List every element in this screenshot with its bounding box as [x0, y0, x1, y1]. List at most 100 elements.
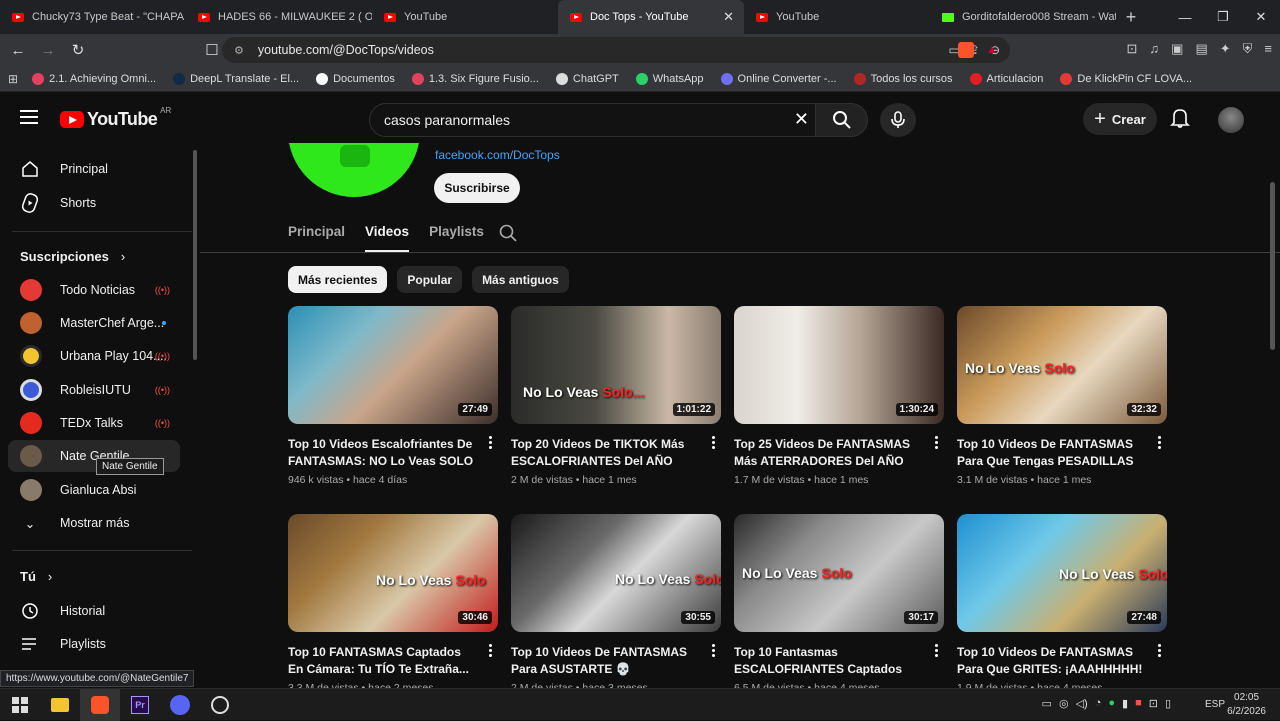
sidebar-icon[interactable]: ▣ [1171, 41, 1183, 57]
browser-tab-active[interactable]: Doc Tops - YouTube ✕ [558, 0, 744, 34]
tray-icon[interactable]: ■ [1135, 697, 1142, 710]
reload-icon[interactable]: ↻ [66, 41, 90, 59]
video-title[interactable]: Top 10 Videos De FANTASMAS Para Que Teng… [957, 436, 1143, 470]
bookmark-item[interactable]: Articulacion [969, 72, 1043, 85]
tray-icon[interactable]: ▮ [1122, 697, 1128, 710]
obs-icon[interactable] [200, 689, 240, 721]
video-thumbnail[interactable]: No Lo Veas Solo 30:46 [288, 514, 498, 632]
close-tab-icon[interactable]: ✕ [723, 9, 734, 25]
sidebar-scrollbar[interactable] [193, 150, 197, 360]
chip-recientes[interactable]: Más recientes [288, 266, 388, 293]
site-info-icon[interactable]: ⚙ [234, 44, 244, 57]
video-title[interactable]: Top 20 Videos De TIKTOK Más ESCALOFRIANT… [511, 436, 697, 470]
file-explorer-icon[interactable] [40, 689, 80, 721]
browser-tab[interactable]: YouTube [372, 0, 558, 34]
channel-avatar-large[interactable] [288, 143, 420, 197]
more-options-icon[interactable] [935, 436, 938, 451]
channel-search-icon[interactable] [499, 224, 517, 247]
more-options-icon[interactable] [1158, 436, 1161, 451]
video-thumbnail[interactable]: 27:49 [288, 306, 498, 424]
address-bar[interactable]: ⚙ youtube.com/@DocTops/videos ▭ ⇪ ⊖ [222, 37, 1010, 63]
bookmark-item[interactable]: Documentos [316, 72, 395, 85]
video-title[interactable]: Top 10 Videos De FANTASMAS Para ASUSTART… [511, 644, 697, 678]
tab-videos[interactable]: Videos [365, 224, 410, 252]
back-icon[interactable]: ← [6, 42, 30, 59]
bookmark-item[interactable]: ChatGPT [555, 72, 619, 85]
account-avatar[interactable] [1218, 107, 1244, 133]
bookmark-item[interactable]: 1.3. Six Figure Fusio... [411, 72, 539, 85]
video-card[interactable]: No Lo Veas Solo... 1:01:22 Top 20 Videos D… [511, 306, 721, 486]
video-title[interactable]: Top 10 Videos De FANTASMAS Para Que GRIT… [957, 644, 1143, 678]
notifications-bell-icon[interactable] [1170, 107, 1190, 134]
chip-popular[interactable]: Popular [397, 266, 463, 293]
video-title[interactable]: Top 10 Fantasmas ESCALOFRIANTES Captados… [734, 644, 920, 678]
tab-playlists[interactable]: Playlists [429, 224, 484, 239]
tray-icon[interactable]: ◔ [1095, 697, 1102, 710]
browser-tab[interactable]: YouTube [744, 0, 930, 34]
search-input[interactable]: casos paranormales ✕ [369, 103, 816, 137]
video-card[interactable]: No Lo Veas Solo 30:17 Top 10 Fantasmas ESC… [734, 514, 944, 694]
video-thumbnail[interactable]: No Lo Veas Solo 27:48 [957, 514, 1167, 632]
volume-icon[interactable]: ◁) [1076, 697, 1088, 710]
create-button[interactable]: + Crear [1083, 103, 1157, 135]
vpn-icon[interactable]: ⛨ [1243, 41, 1253, 57]
sidebar-item-shorts[interactable]: Shorts [0, 187, 180, 219]
sidebar-item-historial[interactable]: Historial [0, 595, 180, 627]
search-button[interactable] [816, 103, 868, 137]
bookmark-item[interactable]: DeepL Translate - El... [173, 72, 299, 85]
tab-principal[interactable]: Principal [288, 224, 345, 239]
more-options-icon[interactable] [712, 644, 715, 659]
youtube-logo[interactable]: YouTube AR [60, 106, 171, 130]
browser-tab[interactable]: Chucky73 Type Beat - "CHAPA [0, 0, 186, 34]
page-scrollbar[interactable] [1270, 182, 1275, 350]
minimize-icon[interactable]: — [1166, 0, 1204, 34]
video-thumbnail[interactable]: No Lo Veas Solo 30:55 [511, 514, 721, 632]
video-thumbnail[interactable]: 1:30:24 [734, 306, 944, 424]
forward-icon[interactable]: → [36, 42, 60, 59]
screenshot-icon[interactable]: ⊡ [1126, 41, 1137, 57]
windows-start-icon[interactable] [0, 689, 40, 721]
show-more-button[interactable]: ⌄ Mostrar más [0, 507, 180, 539]
bookmark-item[interactable]: De KlickPin CF LOVA... [1060, 72, 1192, 85]
apps-grid-icon[interactable]: ⊞ [8, 72, 18, 86]
tray-icon[interactable]: ⊡ [1149, 697, 1158, 710]
more-options-icon[interactable] [1158, 644, 1161, 659]
video-thumbnail[interactable]: No Lo Veas Solo 30:17 [734, 514, 944, 632]
bookmark-item[interactable]: WhatsApp [635, 72, 704, 85]
discord-icon[interactable] [160, 689, 200, 721]
voice-search-button[interactable] [880, 103, 916, 137]
video-card[interactable]: No Lo Veas Solo 32:32 Top 10 Videos De FAN… [957, 306, 1167, 486]
subscription-item[interactable]: MasterChef Arge... [0, 307, 180, 339]
video-card[interactable]: 1:30:24 Top 25 Videos De FANTASMAS Más AT… [734, 306, 944, 486]
channel-external-link[interactable]: facebook.com/DocTops [435, 148, 560, 162]
you-heading[interactable]: Tú › [20, 569, 52, 584]
subscription-item[interactable]: Urbana Play 104.... ((•)) [0, 340, 180, 372]
brave-browser-icon[interactable] [80, 688, 120, 721]
hamburger-menu-icon[interactable] [20, 110, 38, 128]
menu-icon[interactable]: ≡ [1264, 41, 1272, 57]
bookmark-item[interactable]: 2.1. Achieving Omni... [32, 72, 156, 85]
video-card[interactable]: No Lo Veas Solo 30:46 Top 10 FANTASMAS Cap… [288, 514, 498, 694]
maximize-icon[interactable]: ❐ [1204, 0, 1242, 34]
video-title[interactable]: Top 10 Videos Escalofriantes De FANTASMA… [288, 436, 474, 470]
more-options-icon[interactable] [935, 644, 938, 659]
subscription-item[interactable]: RobleisIUTU ((•)) [0, 374, 180, 406]
brave-shields-icon[interactable] [958, 42, 974, 63]
more-options-icon[interactable] [712, 436, 715, 451]
media-icon[interactable]: ♫ [1149, 41, 1159, 57]
browser-tab[interactable]: HADES 66 - MILWAUKEE 2 ( OFF [186, 0, 372, 34]
video-thumbnail[interactable]: No Lo Veas Solo 32:32 [957, 306, 1167, 424]
video-title[interactable]: Top 10 FANTASMAS Captados En Cámara: Tu … [288, 644, 474, 678]
sidebar-item-principal[interactable]: Principal [0, 153, 180, 185]
premiere-pro-icon[interactable]: Pr [120, 689, 160, 721]
subscription-item[interactable]: Gianluca Absi [0, 474, 180, 506]
bookmark-item[interactable]: Todos los cursos [853, 72, 953, 85]
bookmark-icon[interactable]: ☐ [200, 41, 224, 59]
close-window-icon[interactable]: ✕ [1242, 0, 1280, 34]
video-title[interactable]: Top 25 Videos De FANTASMAS Más ATERRADOR… [734, 436, 920, 470]
browser-tab[interactable]: Gorditofaldero008 Stream - Wat [930, 0, 1116, 34]
tray-icon[interactable]: ▭ [1042, 697, 1052, 710]
more-options-icon[interactable] [489, 436, 492, 451]
subscriptions-heading[interactable]: Suscripciones › [20, 249, 125, 264]
input-language[interactable]: ESP [1205, 699, 1225, 710]
